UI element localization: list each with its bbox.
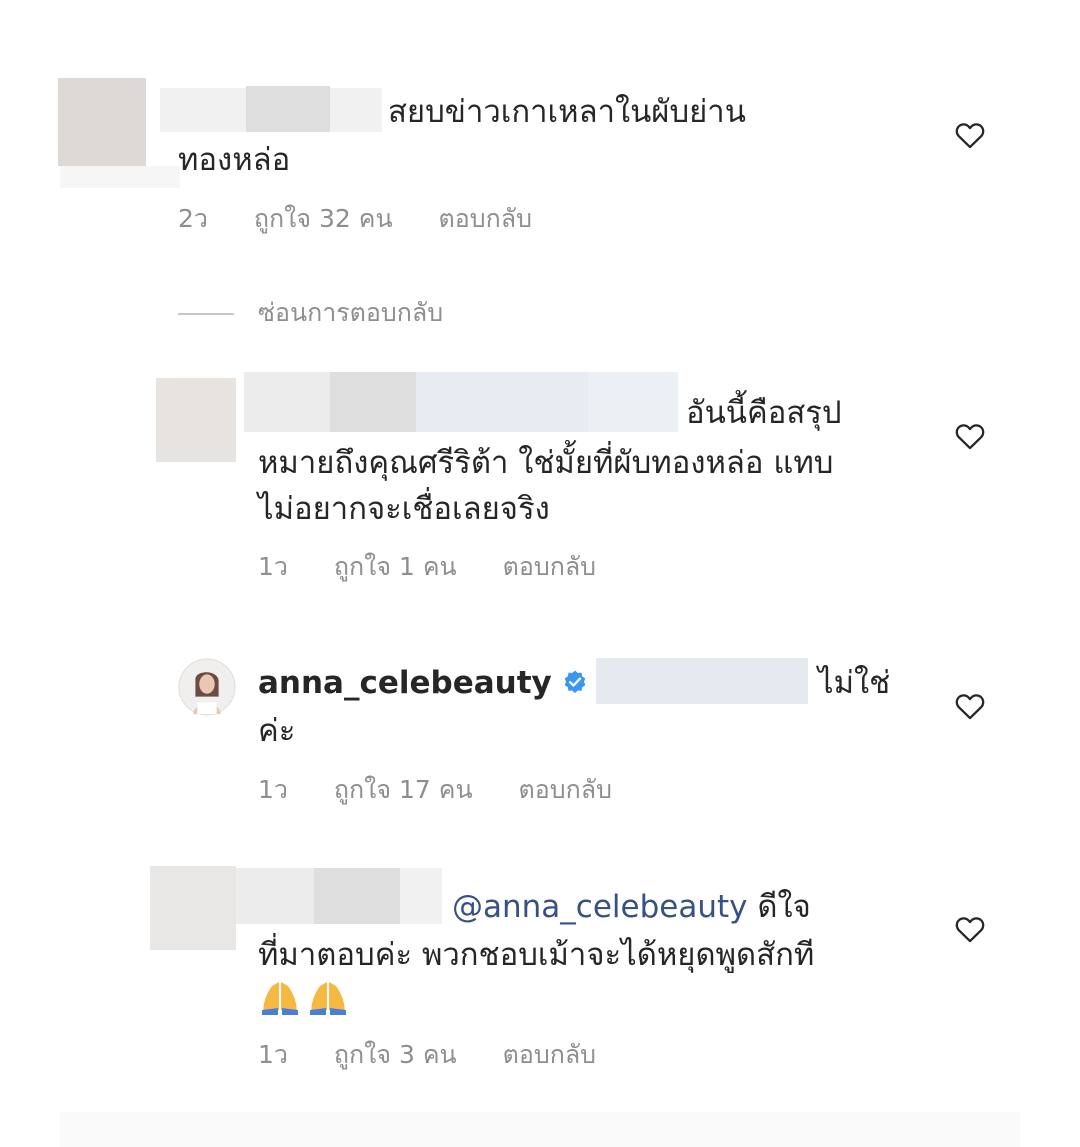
comment-first-line: @anna_celebeauty ดีใจ (452, 884, 811, 930)
comment-time: 1ว (258, 552, 288, 581)
heart-icon[interactable] (953, 118, 987, 152)
comment-text-line: ทองหล่อ (178, 142, 291, 178)
comment-likes[interactable]: ถูกใจ 32 คน (254, 204, 393, 233)
username-redacted[interactable] (160, 88, 246, 132)
hide-replies-line (178, 313, 234, 315)
reply-button[interactable]: ตอบกลับ (503, 1040, 596, 1069)
bottom-blur-strip (60, 1112, 1020, 1147)
comment-text-line: สยบข่าวเกาเหลาในผับย่าน (388, 94, 746, 130)
username-redacted[interactable] (330, 88, 382, 132)
folded-hands-emoji-icon (310, 982, 346, 1015)
comment-time: 1ว (258, 775, 288, 804)
username-redacted[interactable] (416, 372, 588, 432)
comment-text-line: ไม่อยากจะเชื่อเลยจริง (258, 491, 550, 527)
avatar[interactable] (178, 658, 236, 716)
avatar-blurred[interactable] (150, 866, 236, 950)
folded-hands-emoji-icon (262, 982, 298, 1015)
username[interactable]: anna_celebeauty (258, 665, 552, 701)
username-redacted[interactable] (400, 868, 442, 924)
comment-text-line: ไม่ใช่ (818, 665, 891, 701)
hide-replies-label[interactable]: ซ่อนการตอบกลับ (258, 296, 443, 330)
username-redacted[interactable] (314, 868, 400, 924)
comment-meta: 1ว ถูกใจ 17 คน ตอบกลับ (258, 773, 650, 807)
comment-text: ดีใจ (757, 889, 811, 925)
username-redacted[interactable] (236, 868, 314, 924)
comment-text-line: หมายถึงคุณศรีริต้า ใช่มั้ยที่ผับทองหล่อ … (258, 445, 834, 481)
comment-text-line: ค่ะ (258, 713, 296, 749)
emoji-row (258, 976, 354, 1016)
reply-button[interactable]: ตอบกลับ (503, 552, 596, 581)
avatar-blurred[interactable] (156, 378, 236, 462)
comment-time: 2ว (178, 204, 208, 233)
username-redacted[interactable] (244, 372, 330, 432)
comment-meta: 1ว ถูกใจ 1 คน ตอบกลับ (258, 550, 634, 584)
background-smudge (60, 166, 180, 188)
comment-first-line: anna_celebeauty (258, 660, 588, 706)
mention-redacted[interactable] (596, 658, 808, 704)
username-redacted[interactable] (246, 86, 330, 132)
verified-badge-icon (564, 670, 586, 693)
heart-icon[interactable] (953, 689, 987, 723)
mention-link[interactable]: @anna_celebeauty (452, 889, 747, 925)
heart-icon[interactable] (953, 912, 987, 946)
reply-button[interactable]: ตอบกลับ (519, 775, 612, 804)
comment-likes[interactable]: ถูกใจ 1 คน (334, 552, 457, 581)
username-redacted[interactable] (330, 372, 416, 432)
comment-time: 1ว (258, 1040, 288, 1069)
username-redacted[interactable] (588, 372, 678, 432)
comment-likes[interactable]: ถูกใจ 17 คน (334, 775, 473, 804)
comment-meta: 1ว ถูกใจ 3 คน ตอบกลับ (258, 1038, 634, 1072)
comment-text-line: ที่มาตอบค่ะ พวกชอบเม้าจะได้หยุดพูดสักที (258, 937, 815, 973)
heart-icon[interactable] (953, 419, 987, 453)
avatar-blurred[interactable] (58, 78, 146, 166)
comment-text-line: อันนี้คือสรุป (686, 395, 842, 431)
comment-meta: 2ว ถูกใจ 32 คน ตอบกลับ (178, 202, 570, 236)
comment-likes[interactable]: ถูกใจ 3 คน (334, 1040, 457, 1069)
reply-button[interactable]: ตอบกลับ (439, 204, 532, 233)
